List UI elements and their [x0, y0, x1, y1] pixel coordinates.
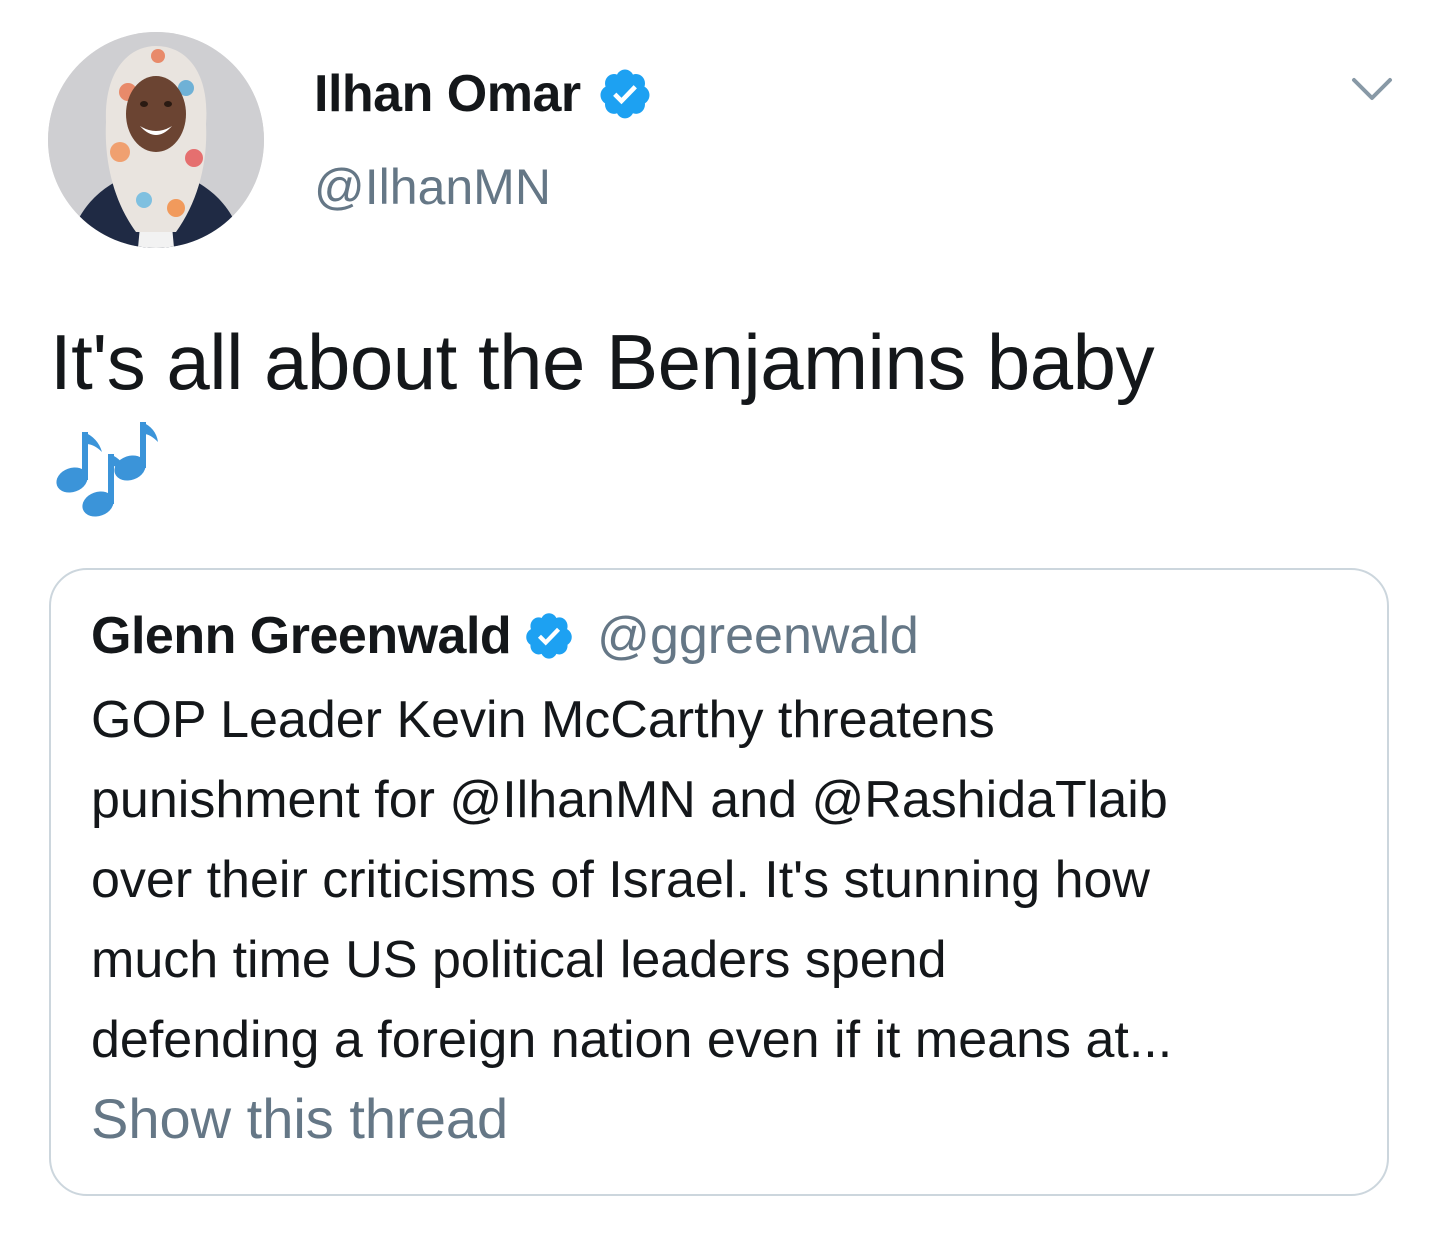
quoted-author-handle: @ggreenwald [597, 607, 919, 665]
tweet: Ilhan Omar @IlhanMN It's all about the B… [0, 0, 1440, 1236]
quoted-tweet-header: Glenn Greenwald @ggreenwald [91, 604, 919, 668]
avatar[interactable] [48, 32, 264, 248]
author-name-row: Ilhan Omar [314, 62, 653, 126]
chevron-down-icon[interactable] [1350, 74, 1394, 104]
author-handle[interactable]: @IlhanMN [314, 158, 551, 216]
profile-photo [48, 32, 264, 248]
tweet-text: It's all about the Benjamins baby [50, 318, 1155, 406]
verified-badge-icon [600, 69, 650, 119]
quoted-text-line: over their criticisms of Israel. It's st… [91, 851, 1150, 909]
quoted-text-line: defending a foreign nation even if it me… [91, 1011, 1173, 1069]
quoted-text-line: GOP Leader Kevin McCarthy threatens [91, 691, 995, 749]
show-thread-link[interactable]: Show this thread [91, 1086, 508, 1151]
quoted-text-line: much time US political leaders spend [91, 931, 947, 989]
author-display-name[interactable]: Ilhan Omar [314, 64, 581, 124]
musical-notes-icon [56, 422, 158, 517]
quoted-text-line: punishment for @IlhanMN and @RashidaTlai… [91, 771, 1168, 829]
verified-badge-icon [526, 613, 572, 659]
quoted-tweet-text: GOP Leader Kevin McCarthy threatens puni… [91, 680, 1351, 1080]
quoted-tweet[interactable]: Glenn Greenwald @ggreenwald GOP Leader K… [49, 568, 1389, 1196]
quoted-author-display-name: Glenn Greenwald [91, 607, 512, 665]
